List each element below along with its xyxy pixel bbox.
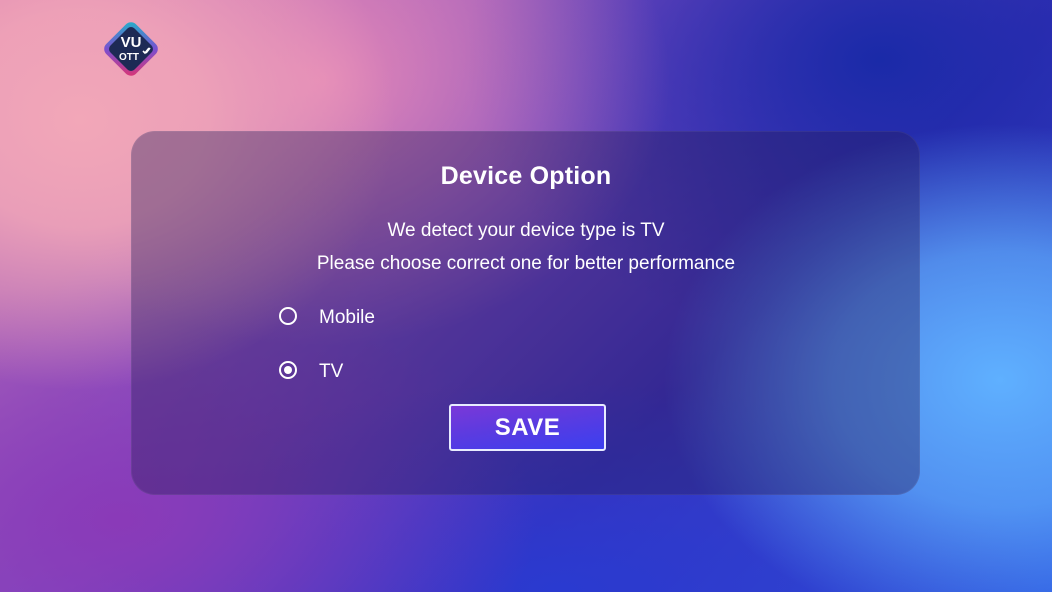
option-mobile[interactable]: Mobile <box>279 303 375 329</box>
option-tv-label: TV <box>319 361 344 382</box>
option-mobile-label: Mobile <box>319 307 375 328</box>
save-button[interactable]: SAVE <box>449 404 606 451</box>
device-detected-message: We detect your device type is TV <box>387 220 665 241</box>
dialog-title: Device Option <box>440 162 612 190</box>
radio-checked-icon[interactable] <box>279 361 297 379</box>
choose-device-message: Please choose correct one for better per… <box>316 253 736 274</box>
logo-text-top: VU <box>121 34 142 51</box>
logo-text-bottom: OTT <box>119 52 139 63</box>
radio-unchecked-icon[interactable] <box>279 307 297 325</box>
option-tv[interactable]: TV <box>279 357 343 383</box>
vu-ott-logo-icon: VU OTT <box>98 16 164 82</box>
